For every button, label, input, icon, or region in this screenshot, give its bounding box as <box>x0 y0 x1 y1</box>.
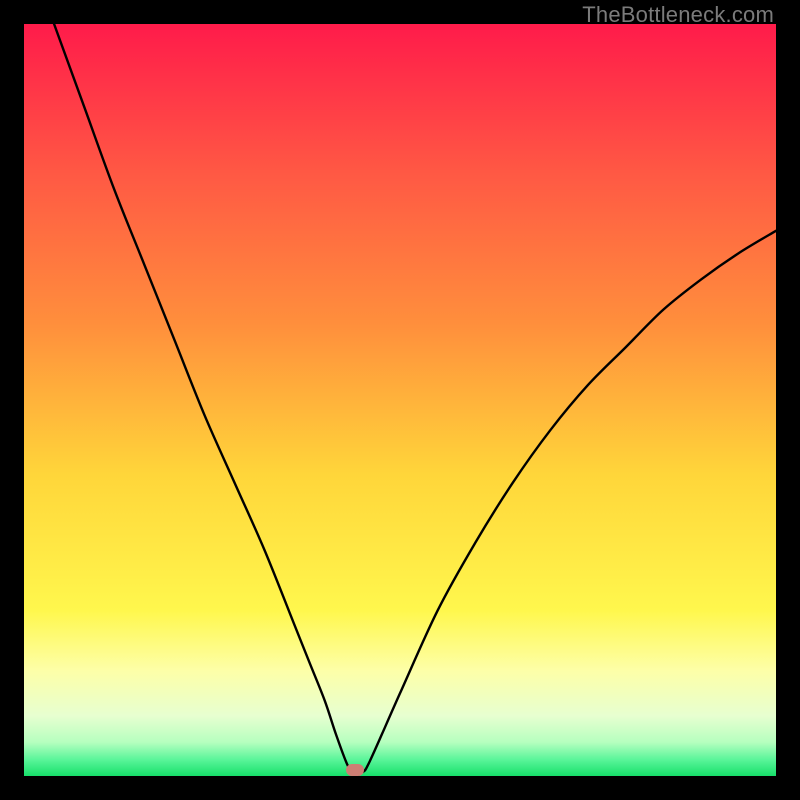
chart-frame <box>24 24 776 776</box>
watermark-text: TheBottleneck.com <box>582 2 774 28</box>
optimal-point-marker <box>346 764 364 776</box>
bottleneck-chart <box>24 24 776 776</box>
gradient-background <box>24 24 776 776</box>
